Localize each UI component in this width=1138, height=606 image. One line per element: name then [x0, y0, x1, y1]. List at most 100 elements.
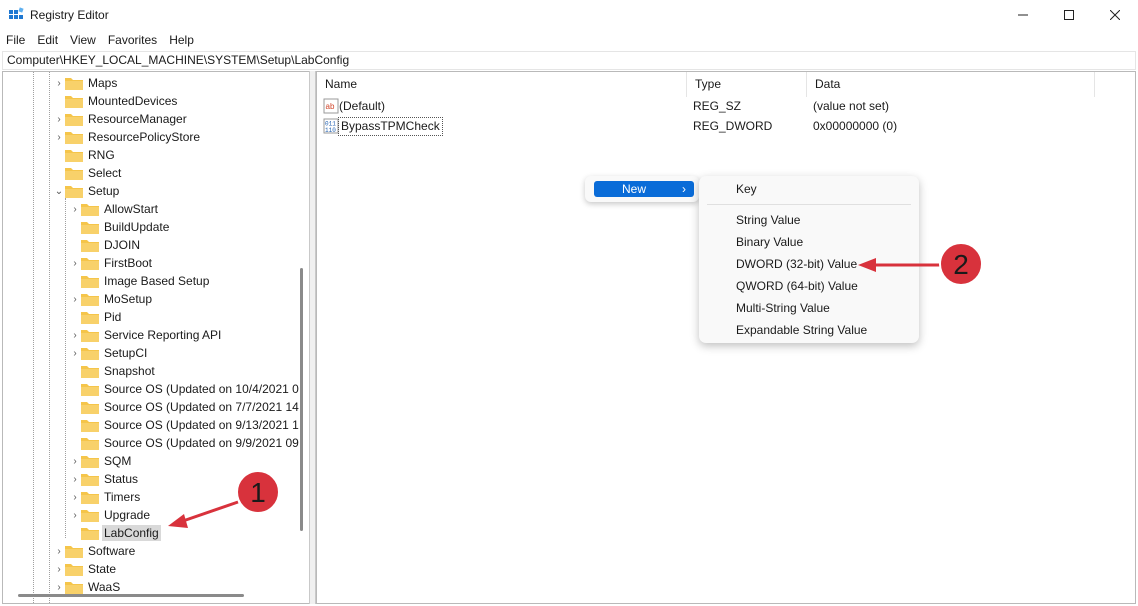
menu-help[interactable]: Help [163, 31, 200, 49]
chevron-right-icon[interactable]: › [53, 560, 65, 578]
submenu-binary-value[interactable]: Binary Value [736, 232, 803, 252]
tree-item-label: FirstBoot [104, 256, 153, 270]
chevron-right-icon[interactable]: › [53, 542, 65, 560]
column-header-data[interactable]: Data [807, 72, 1095, 97]
tree-item-label: AllowStart [104, 202, 159, 216]
folder-icon [81, 528, 99, 540]
tree-item-label: Source OS (Updated on 10/4/2021 0 [104, 382, 299, 396]
menu-favorites[interactable]: Favorites [102, 31, 163, 49]
folder-icon [81, 456, 99, 468]
folder-icon [81, 240, 99, 252]
column-header-name[interactable]: Name [317, 72, 687, 97]
folder-icon [65, 96, 83, 108]
tree-item-setup[interactable]: ⌄ Setup [53, 182, 121, 200]
chevron-right-icon[interactable]: › [69, 344, 81, 362]
chevron-right-icon[interactable]: › [53, 74, 65, 92]
tree-item-snapshot[interactable]: Snapshot [69, 362, 157, 380]
submenu-string-value[interactable]: String Value [736, 210, 800, 230]
chevron-right-icon[interactable]: › [69, 452, 81, 470]
address-bar[interactable]: Computer\HKEY_LOCAL_MACHINE\SYSTEM\Setup… [2, 51, 1136, 70]
tree-item-software[interactable]: › Software [53, 542, 137, 560]
close-button[interactable] [1092, 0, 1138, 30]
tree-item-resourcemanager[interactable]: › ResourceManager [53, 110, 189, 128]
folder-icon [65, 564, 83, 576]
tree-item-label: Setup [88, 184, 120, 198]
tree-item-mosetup[interactable]: › MoSetup [69, 290, 154, 308]
value-data-bypasstpmcheck: 0x00000000 (0) [813, 119, 898, 133]
folder-icon [81, 510, 99, 522]
tree-vertical-scrollbar[interactable] [300, 268, 303, 531]
chevron-right-icon[interactable]: › [69, 470, 81, 488]
chevron-right-icon[interactable]: › [69, 506, 81, 524]
minimize-button[interactable] [1000, 0, 1046, 30]
tree-item-allowstart[interactable]: › AllowStart [69, 200, 160, 218]
tree-item-service-reporting-api[interactable]: › Service Reporting API [69, 326, 223, 344]
maximize-button[interactable] [1046, 0, 1092, 30]
tree-item-labconfig[interactable]: LabConfig [69, 524, 161, 542]
tree-item-djoin[interactable]: DJOIN [69, 236, 142, 254]
tree-item-mounteddevices[interactable]: MountedDevices [53, 92, 179, 110]
tree-item-image-based-setup[interactable]: Image Based Setup [69, 272, 211, 290]
submenu-dword-value[interactable]: DWORD (32-bit) Value [736, 254, 857, 274]
context-menu: New › [585, 176, 699, 202]
folder-icon [81, 294, 99, 306]
folder-icon [65, 150, 83, 162]
value-type-default: REG_SZ [693, 99, 742, 113]
tree-item-label: Upgrade [104, 508, 151, 522]
key-tree[interactable]: › Maps MountedDevices › ResourceManager … [2, 71, 309, 604]
tree-item-label: WaaS [88, 580, 121, 594]
tree-item-select[interactable]: Select [53, 164, 123, 182]
value-data-default: (value not set) [813, 99, 890, 113]
context-menu-new[interactable]: New › [594, 181, 694, 197]
tree-horizontal-scrollbar[interactable] [18, 594, 244, 597]
menu-edit[interactable]: Edit [31, 31, 64, 49]
menu-view[interactable]: View [64, 31, 102, 49]
tree-item-source-os-2[interactable]: Source OS (Updated on 7/7/2021 14 [69, 398, 301, 416]
tree-item-source-os-1[interactable]: Source OS (Updated on 10/4/2021 0 [69, 380, 301, 398]
folder-icon [65, 186, 83, 198]
tree-item-pid[interactable]: Pid [69, 308, 123, 326]
chevron-right-icon[interactable]: › [53, 110, 65, 128]
chevron-down-icon[interactable]: ⌄ [53, 182, 65, 200]
tree-item-rng[interactable]: RNG [53, 146, 117, 164]
tree-item-maps[interactable]: › Maps [53, 74, 119, 92]
registry-editor-icon [9, 7, 24, 19]
chevron-right-icon[interactable]: › [69, 290, 81, 308]
tree-item-source-os-4[interactable]: Source OS (Updated on 9/9/2021 09 [69, 434, 301, 452]
pane-splitter[interactable] [309, 71, 316, 604]
tree-item-buildupdate[interactable]: BuildUpdate [69, 218, 171, 236]
folder-icon [81, 330, 99, 342]
chevron-right-icon[interactable]: › [53, 128, 65, 146]
submenu-expandable-string-value[interactable]: Expandable String Value [736, 320, 867, 340]
tree-item-resourcepolicystore[interactable]: › ResourcePolicyStore [53, 128, 202, 146]
menu-file[interactable]: File [0, 31, 31, 49]
column-header-type[interactable]: Type [687, 72, 807, 97]
value-name-default[interactable]: (Default) [339, 97, 385, 116]
tree-item-label: DJOIN [104, 238, 140, 252]
tree-item-source-os-3[interactable]: Source OS (Updated on 9/13/2021 1 [69, 416, 301, 434]
tree-item-setupci[interactable]: › SetupCI [69, 344, 149, 362]
tree-item-label: State [88, 562, 117, 576]
folder-icon [65, 114, 83, 126]
tree-item-status[interactable]: › Status [69, 470, 140, 488]
chevron-right-icon[interactable]: › [69, 254, 81, 272]
submenu-qword-value[interactable]: QWORD (64-bit) Value [736, 276, 858, 296]
chevron-right-icon[interactable]: › [69, 326, 81, 344]
tree-item-label: MoSetup [104, 292, 153, 306]
chevron-right-icon[interactable]: › [69, 488, 81, 506]
title-bar: Registry Editor [0, 0, 1138, 30]
tree-item-label: MountedDevices [88, 94, 178, 108]
chevron-right-icon[interactable]: › [69, 200, 81, 218]
tree-item-upgrade[interactable]: › Upgrade [69, 506, 152, 524]
tree-item-state[interactable]: › State [53, 560, 118, 578]
submenu-multi-string-value[interactable]: Multi-String Value [736, 298, 830, 318]
chevron-right-icon: › [682, 182, 686, 196]
value-name-bypasstpmcheck[interactable]: BypassTPMCheck [338, 117, 443, 136]
tree-item-sqm[interactable]: › SQM [69, 452, 133, 470]
tree-item-timers[interactable]: › Timers [69, 488, 142, 506]
tree-item-firstboot[interactable]: › FirstBoot [69, 254, 154, 272]
submenu-divider [707, 204, 911, 205]
tree-item-label: Status [104, 472, 139, 486]
submenu-key[interactable]: Key [736, 179, 757, 199]
folder-icon [81, 204, 99, 216]
